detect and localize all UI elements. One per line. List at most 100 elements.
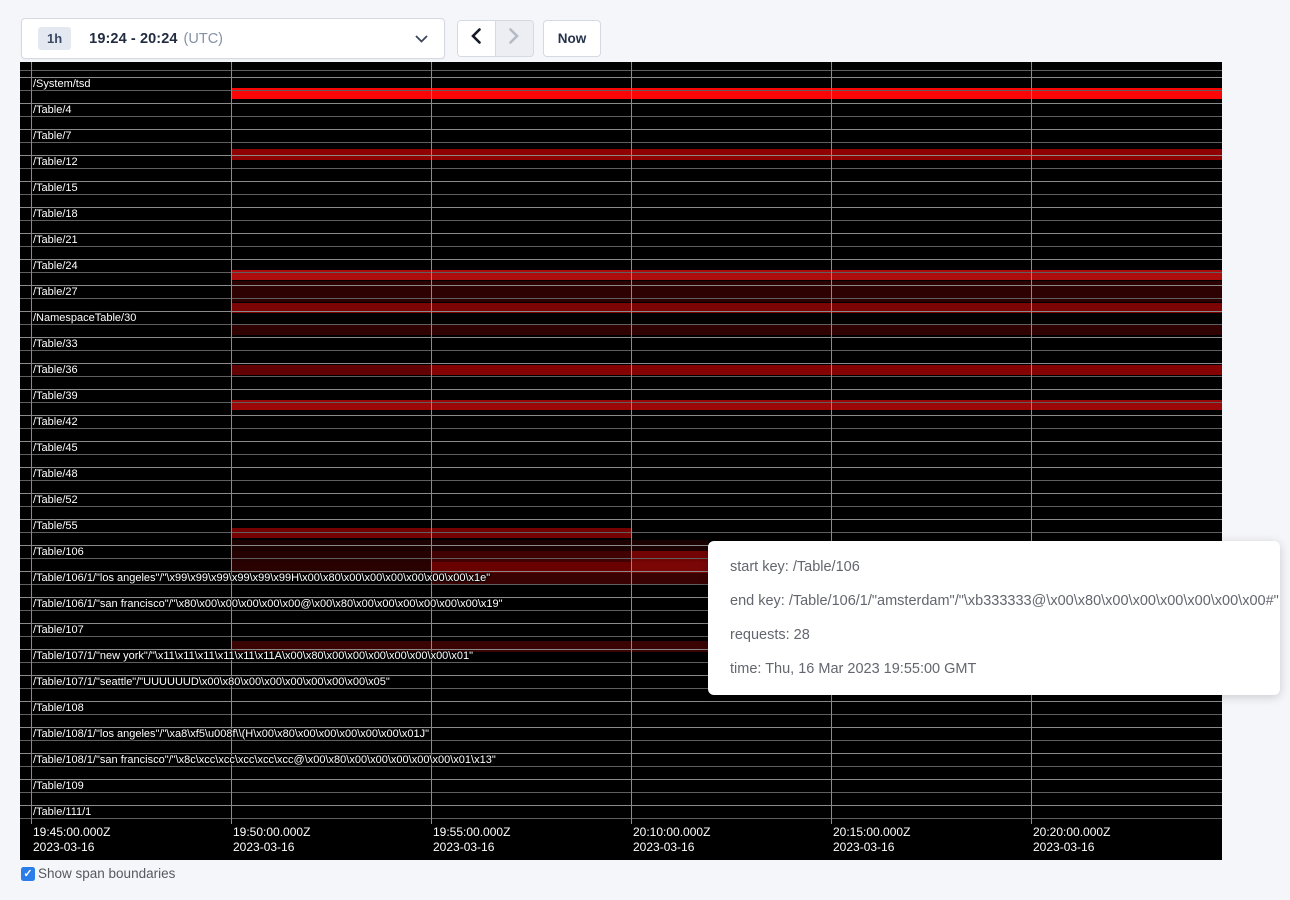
x-axis-tick: 20:10:00.000Z2023-03-16 xyxy=(633,825,710,855)
grid-line-v xyxy=(631,62,632,824)
x-tick-time: 20:10:00.000Z xyxy=(633,825,710,840)
now-button-label: Now xyxy=(558,31,587,46)
grid-line-h xyxy=(20,779,1222,780)
row-label: /Table/106/1/"los angeles"/"\x99\x99\x99… xyxy=(33,572,490,585)
row-label: /Table/107/1/"new york"/"\x11\x11\x11\x1… xyxy=(33,650,473,663)
grid-line-h xyxy=(20,194,1222,195)
x-tick-time: 19:55:00.000Z xyxy=(433,825,510,840)
x-tick-time: 20:20:00.000Z xyxy=(1033,825,1110,840)
heatmap-band[interactable] xyxy=(231,291,1222,302)
row-label: /Table/42 xyxy=(33,416,78,429)
now-button[interactable]: Now xyxy=(543,20,601,57)
heatmap-band[interactable] xyxy=(431,551,631,562)
heatmap-band[interactable] xyxy=(231,281,1222,291)
time-range-dropdown[interactable]: 1h 19:24 - 20:24 (UTC) xyxy=(21,18,445,59)
grid-line-h xyxy=(20,792,1222,793)
grid-line-h xyxy=(20,376,1222,377)
next-time-button-disabled[interactable] xyxy=(496,21,534,56)
grid-line-h xyxy=(20,155,1222,156)
tooltip-start-key: start key: /Table/106 xyxy=(730,550,1280,584)
grid-line-v xyxy=(231,62,232,824)
grid-line-h xyxy=(20,818,1222,819)
show-span-boundaries-label: Show span boundaries xyxy=(38,866,175,881)
row-label: /Table/106/1/"san francisco"/"\x80\x00\x… xyxy=(33,598,503,611)
x-axis-tick: 20:15:00.000Z2023-03-16 xyxy=(833,825,910,855)
row-label: /Table/109 xyxy=(33,780,84,793)
tooltip-time: time: Thu, 16 Mar 2023 19:55:00 GMT xyxy=(730,652,1280,686)
grid-line-h xyxy=(20,168,1222,169)
x-tick-date: 2023-03-16 xyxy=(233,840,310,855)
row-label: /Table/36 xyxy=(33,364,78,377)
row-label: /Table/108/1/"los angeles"/"\xa8\xf5\u00… xyxy=(33,728,429,741)
grid-line-h xyxy=(20,324,1222,325)
grid-line-h xyxy=(20,272,1222,273)
x-tick-date: 2023-03-16 xyxy=(433,840,510,855)
grid-line-v xyxy=(431,62,432,824)
heatmap-band[interactable] xyxy=(231,365,431,375)
chevron-right-icon xyxy=(509,28,519,49)
grid-line-h xyxy=(20,207,1222,208)
row-label: /Table/52 xyxy=(33,494,78,507)
grid-line-h xyxy=(20,389,1222,390)
tooltip-requests: requests: 28 xyxy=(730,618,1280,652)
x-tick-date: 2023-03-16 xyxy=(1033,840,1110,855)
grid-line-h xyxy=(20,77,1222,78)
x-axis-tick: 19:50:00.000Z2023-03-16 xyxy=(233,825,310,855)
grid-line-v xyxy=(1031,62,1032,824)
grid-line-h xyxy=(20,285,1222,286)
grid-line-h xyxy=(20,532,1222,533)
x-tick-time: 19:50:00.000Z xyxy=(233,825,310,840)
grid-line-h xyxy=(20,415,1222,416)
grid-line-h xyxy=(20,70,1222,71)
row-label: /Table/27 xyxy=(33,286,78,299)
x-axis-tick: 19:45:00.000Z2023-03-16 xyxy=(33,825,110,855)
grid-line-h xyxy=(20,805,1222,806)
row-label: /Table/108/1/"san francisco"/"\x8c\xcc\x… xyxy=(33,754,496,767)
prev-time-button[interactable] xyxy=(458,21,496,56)
grid-line-h xyxy=(20,246,1222,247)
row-label: /Table/33 xyxy=(33,338,78,351)
grid-line-h xyxy=(20,506,1222,507)
grid-line-h xyxy=(20,454,1222,455)
grid-line-h xyxy=(20,142,1222,143)
grid-line-h xyxy=(20,337,1222,338)
grid-line-h xyxy=(20,402,1222,403)
heatmap-band[interactable] xyxy=(631,551,708,562)
hover-tooltip: start key: /Table/106 end key: /Table/10… xyxy=(708,541,1280,695)
heatmap-band[interactable] xyxy=(231,551,431,562)
grid-line-h xyxy=(20,233,1222,234)
row-label: /Table/48 xyxy=(33,468,78,481)
show-span-boundaries-checkbox[interactable]: ✓ xyxy=(21,867,35,881)
row-label: /Table/12 xyxy=(33,156,78,169)
x-axis-tick: 20:20:00.000Z2023-03-16 xyxy=(1033,825,1110,855)
grid-line-h xyxy=(20,519,1222,520)
grid-line-h xyxy=(20,493,1222,494)
row-label: /Table/55 xyxy=(33,520,78,533)
range-timezone: (UTC) xyxy=(184,31,223,47)
row-label: /Table/24 xyxy=(33,260,78,273)
row-label: /Table/107/1/"seattle"/"UUUUUUD\x00\x80\… xyxy=(33,676,390,689)
grid-line-h xyxy=(20,350,1222,351)
grid-line-h xyxy=(20,103,1222,104)
grid-line-h xyxy=(20,298,1222,299)
time-nav-group xyxy=(457,20,534,57)
row-label: /Table/108 xyxy=(33,702,84,715)
x-tick-date: 2023-03-16 xyxy=(33,840,110,855)
x-tick-date: 2023-03-16 xyxy=(633,840,710,855)
grid-line-h xyxy=(20,311,1222,312)
heatmap-band[interactable] xyxy=(431,365,1222,375)
grid-line-h xyxy=(20,428,1222,429)
grid-line-h xyxy=(20,181,1222,182)
row-label: /Table/18 xyxy=(33,208,78,221)
row-label: /Table/107 xyxy=(33,624,84,637)
grid-line-h xyxy=(20,467,1222,468)
grid-line-v xyxy=(831,62,832,824)
grid-line-v xyxy=(31,62,32,824)
grid-line-h xyxy=(20,116,1222,117)
grid-line-h xyxy=(20,220,1222,221)
heatmap-band[interactable] xyxy=(231,325,1222,335)
grid-line-h xyxy=(20,259,1222,260)
heatmap-canvas[interactable]: /System/tsd/Table/4/Table/7/Table/12/Tab… xyxy=(20,62,1222,860)
x-axis-tick: 19:55:00.000Z2023-03-16 xyxy=(433,825,510,855)
row-label: /System/tsd xyxy=(33,78,90,91)
